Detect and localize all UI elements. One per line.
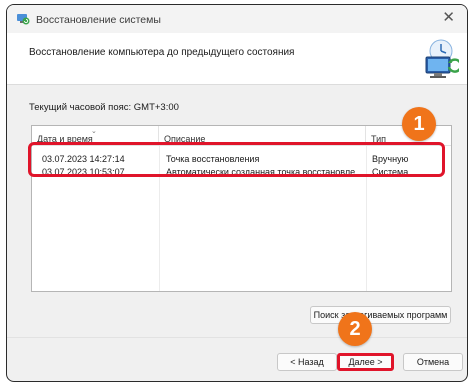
- close-button[interactable]: ✕: [442, 10, 455, 26]
- column-header-description[interactable]: Описание: [159, 126, 366, 145]
- table-row[interactable]: 03.07.2023 10:53:07 Автоматически создан…: [32, 167, 451, 179]
- row-description: Автоматически созданная точка восстановл…: [166, 167, 362, 177]
- system-restore-window: Восстановление системы ✕ Восстановление …: [6, 4, 468, 382]
- row-datetime: 03.07.2023 10:53:07: [42, 167, 125, 177]
- step-badge-1: 1: [402, 107, 436, 141]
- table-row[interactable]: 03.07.2023 14:27:14 Точка восстановления…: [32, 154, 451, 166]
- footer-divider: [7, 337, 467, 338]
- window-title: Восстановление системы: [36, 14, 161, 26]
- row-type: Вручную: [372, 154, 409, 164]
- row-datetime: 03.07.2023 14:27:14: [42, 154, 125, 164]
- system-restore-icon: [17, 14, 30, 25]
- restore-computer-icon: [425, 39, 459, 78]
- timezone-label: Текущий часовой пояс: GMT+3:00: [29, 102, 179, 113]
- back-button[interactable]: < Назад: [277, 353, 337, 371]
- list-header: ⌄ Дата и время Описание Тип: [32, 126, 451, 146]
- cancel-button[interactable]: Отмена: [403, 353, 463, 371]
- row-type: Система: [372, 167, 409, 177]
- title-bar: Восстановление системы ✕: [7, 5, 467, 33]
- header-panel: Восстановление компьютера до предыдущего…: [7, 33, 467, 85]
- restore-points-list[interactable]: ⌄ Дата и время Описание Тип 03.07.2023 1…: [31, 125, 452, 292]
- column-header-datetime[interactable]: Дата и время: [32, 126, 159, 145]
- page-title: Восстановление компьютера до предыдущего…: [29, 47, 295, 58]
- step-badge-2: 2: [338, 312, 372, 346]
- search-affected-programs-button[interactable]: Поиск затрагиваемых программ: [310, 306, 451, 324]
- next-button[interactable]: Далее >: [337, 353, 394, 371]
- row-description: Точка восстановления: [166, 154, 260, 164]
